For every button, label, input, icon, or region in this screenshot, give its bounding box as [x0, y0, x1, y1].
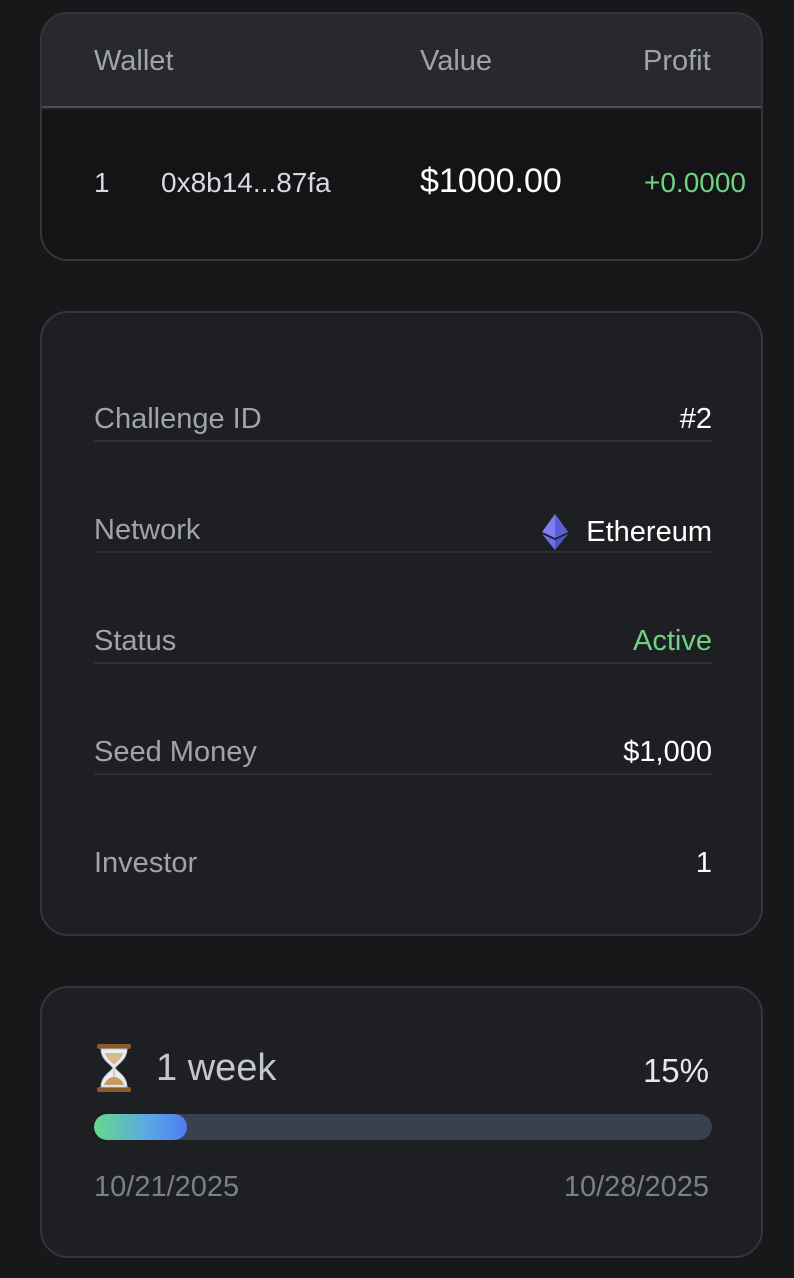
seed-money-value: $1,000 [623, 736, 712, 768]
progress-percent: 15% [642, 1052, 709, 1089]
column-header-wallet[interactable]: Wallet [94, 45, 174, 78]
detail-row-status: Status Active [94, 553, 712, 664]
row-rank: 1 [94, 167, 110, 198]
investor-value: 1 [695, 847, 712, 879]
status-label: Status [94, 625, 177, 657]
network-label: Network [94, 514, 201, 546]
wallet-address[interactable]: 0x8b14...87fa [161, 167, 331, 199]
challenge-timeline-card: 1 week 15% 10/21/2025 10/28/2025 [40, 986, 763, 1258]
wallet-profit: +0.0000 [644, 167, 746, 198]
column-header-value[interactable]: Value [420, 45, 492, 78]
progress-bar-fill [94, 1114, 187, 1140]
wallet-table: Wallet Value Profit 1 0x8b14...87fa $100… [40, 12, 763, 261]
ethereum-icon [542, 514, 569, 550]
duration-label: 1 week [156, 1046, 277, 1089]
challenge-id-value: #2 [679, 403, 712, 435]
progress-bar [94, 1114, 712, 1140]
network-name: Ethereum [586, 515, 712, 548]
table-header: Wallet Value Profit [42, 14, 761, 108]
status-value: Active [633, 625, 712, 657]
hourglass-icon [97, 1044, 131, 1092]
start-date: 10/21/2025 [94, 1171, 240, 1203]
timeline-header: 1 week [94, 1044, 276, 1092]
network-value: Ethereum [542, 514, 712, 550]
seed-money-label: Seed Money [94, 736, 257, 768]
detail-row-network: Network Ethereum [94, 442, 712, 553]
end-date: 10/28/2025 [563, 1171, 709, 1203]
investor-label: Investor [94, 847, 198, 879]
wallet-value: $1000.00 [420, 162, 562, 200]
table-row[interactable]: 1 0x8b14...87fa $1000.00 +0.0000 [42, 110, 761, 259]
column-header-profit[interactable]: Profit [643, 45, 711, 78]
challenge-details-card: Challenge ID #2 Network Ethereum Status … [40, 311, 763, 936]
detail-row-seed-money: Seed Money $1,000 [94, 664, 712, 775]
detail-row-challenge-id: Challenge ID #2 [94, 331, 712, 442]
detail-row-investor: Investor 1 [94, 775, 712, 886]
challenge-id-label: Challenge ID [94, 403, 262, 435]
